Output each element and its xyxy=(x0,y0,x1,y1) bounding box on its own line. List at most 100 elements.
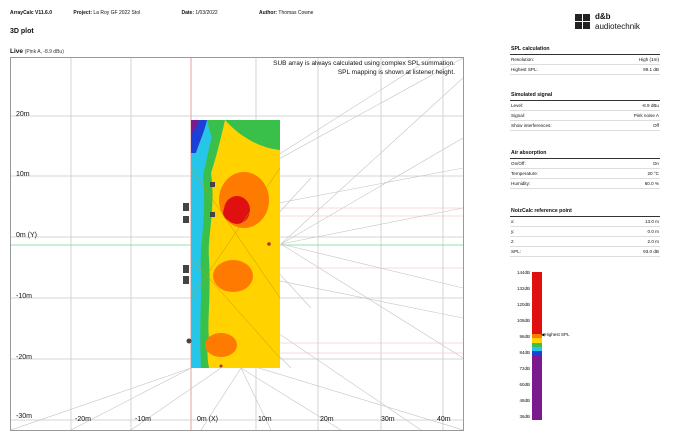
panel-row: SPL: 93.0 dB xyxy=(510,247,660,257)
row-key: SPL: xyxy=(511,249,521,254)
mode-label: Live xyxy=(10,48,24,55)
report-header: ArrayCalc V11.6.0 Project: La Roy GF 202… xyxy=(10,10,353,16)
colorbar-label: 84dB xyxy=(519,350,530,355)
author-label: Author: xyxy=(259,10,278,16)
row-key: On/Off: xyxy=(511,161,526,166)
y-tick-label: 10m xyxy=(16,171,30,178)
y-tick-label: 0m (Y) xyxy=(16,232,37,239)
colorbar-label: 108dB xyxy=(516,318,530,323)
project-name: La Roy GF 2022 Stol xyxy=(93,10,141,16)
row-value: -8.9 dBu xyxy=(641,103,659,108)
panel-row: z: 2.0 m xyxy=(510,237,660,247)
colorbar-label: 144dB xyxy=(516,270,530,275)
panel-row: y: 0.0 m xyxy=(510,227,660,237)
x-tick-label: 30m xyxy=(381,416,395,423)
panel-title: NoizCalc reference point xyxy=(510,206,660,217)
author-name: Thomas Cowne xyxy=(278,10,314,16)
colorbar-label: 72dB xyxy=(519,366,530,371)
air-absorption-panel: Air absorption On/Off: On Temperature: 20 … xyxy=(510,148,660,189)
logo-line2: audiotechnik xyxy=(595,22,640,31)
logo-line1: d&b xyxy=(595,12,611,21)
y-tick-label: -30m xyxy=(16,413,32,420)
noizcalc-panel: NoizCalc reference point x: 13.0 m y: 0.0 … xyxy=(510,206,660,257)
page-title: 3D plot xyxy=(10,28,34,35)
speaker-icon xyxy=(183,265,189,273)
panel-row: On/Off: On xyxy=(510,159,660,169)
speaker-icon xyxy=(183,203,189,211)
colorbar-label: 96dB xyxy=(519,334,530,339)
mode-detail: (Pink A, -8.9 dBu) xyxy=(24,49,64,55)
colorbar-label: 60dB xyxy=(519,382,530,387)
row-key: Level: xyxy=(511,103,524,108)
reference-point-icon xyxy=(219,364,223,368)
x-tick-label: -20m xyxy=(75,416,91,423)
x-tick-label: 40m xyxy=(437,416,451,423)
row-value: Pink noise A xyxy=(633,113,659,118)
plot-area[interactable]: SUB array is always calculated using com… xyxy=(10,57,464,431)
x-tick-label: -10m xyxy=(135,416,151,423)
panel-row: Highest SPL: 99.1 dB xyxy=(510,65,660,75)
speaker-icon xyxy=(183,276,189,284)
speaker-icon xyxy=(186,338,192,344)
reference-point-icon xyxy=(267,242,271,246)
colorbar-label: 120dB xyxy=(516,302,530,307)
colorbar-label: 48dB xyxy=(519,398,530,403)
panel-row: Humidity: 60.0 % xyxy=(510,179,660,189)
row-value: 2.0 m xyxy=(647,239,660,244)
speaker-icon xyxy=(210,212,215,217)
panel-row: Signal: Pink noise A xyxy=(510,111,660,121)
highest-spl-label: Highest SPL xyxy=(544,332,570,337)
plot-canvas[interactable] xyxy=(11,58,463,430)
row-key: Signal: xyxy=(511,113,526,118)
row-value: Off xyxy=(652,123,659,128)
row-value: 0.0 m xyxy=(647,229,660,234)
row-value: 13.0 m xyxy=(644,219,659,224)
row-value: On xyxy=(652,161,659,166)
logo-mark-icon xyxy=(575,14,591,30)
panel-title: Air absorption xyxy=(510,148,660,159)
colorbar-label: 36dB xyxy=(519,414,530,419)
plot-note-2: SPL mapping is shown at listener height. xyxy=(337,69,455,76)
db-logo: d&b audiotechnik xyxy=(575,12,655,34)
row-key: x: xyxy=(511,219,515,224)
spl-heatmap[interactable] xyxy=(190,120,281,368)
x-tick-label: 10m xyxy=(258,416,272,423)
row-value: 93.0 dB xyxy=(643,249,659,254)
x-tick-label: 20m xyxy=(320,416,334,423)
colorbar-label: 132dB xyxy=(516,286,530,291)
panel-row: Show interferences: Off xyxy=(510,121,660,131)
x-tick-label: 0m (X) xyxy=(197,416,218,423)
spl-calculation-panel: SPL calculation Resolution: High (1m) Hig… xyxy=(510,44,660,75)
row-value: 99.1 dB xyxy=(643,67,659,72)
row-key: Show interferences: xyxy=(511,123,552,128)
spl-colorbar xyxy=(532,272,542,420)
panel-row: Resolution: High (1m) xyxy=(510,55,660,65)
row-value: High (1m) xyxy=(638,57,659,62)
highest-spl-marker: ◀Highest SPL xyxy=(541,332,569,338)
report-date: 1/03/2022 xyxy=(195,10,218,16)
row-key: Temperature: xyxy=(511,171,539,176)
speaker-icon xyxy=(183,216,189,223)
panel-row: Level: -8.9 dBu xyxy=(510,101,660,111)
y-tick-label: -10m xyxy=(16,293,32,300)
panel-row: Temperature: 20 °C xyxy=(510,169,660,179)
project-label: Project: xyxy=(73,10,92,16)
panel-title: SPL calculation xyxy=(510,44,660,55)
panel-title: Simulated signal xyxy=(510,90,660,101)
plot-mode: Live (Pink A, -8.9 dBu) xyxy=(10,48,64,55)
row-value: 20 °C xyxy=(647,171,659,176)
row-key: Highest SPL: xyxy=(511,67,538,72)
row-key: Resolution: xyxy=(511,57,534,62)
plot-note-1: SUB array is always calculated using com… xyxy=(273,60,455,67)
row-key: z: xyxy=(511,239,515,244)
row-value: 60.0 % xyxy=(644,181,659,186)
panel-row: x: 13.0 m xyxy=(510,217,660,227)
y-tick-label: 20m xyxy=(16,111,30,118)
speaker-icon xyxy=(210,182,215,187)
row-key: y: xyxy=(511,229,515,234)
y-tick-label: -20m xyxy=(16,354,32,361)
date-label: Date: xyxy=(181,10,194,16)
app-name: ArrayCalc V11.6.0 xyxy=(10,10,52,16)
row-key: Humidity: xyxy=(511,181,531,186)
simulated-signal-panel: Simulated signal Level: -8.9 dBu Signal: P… xyxy=(510,90,660,131)
